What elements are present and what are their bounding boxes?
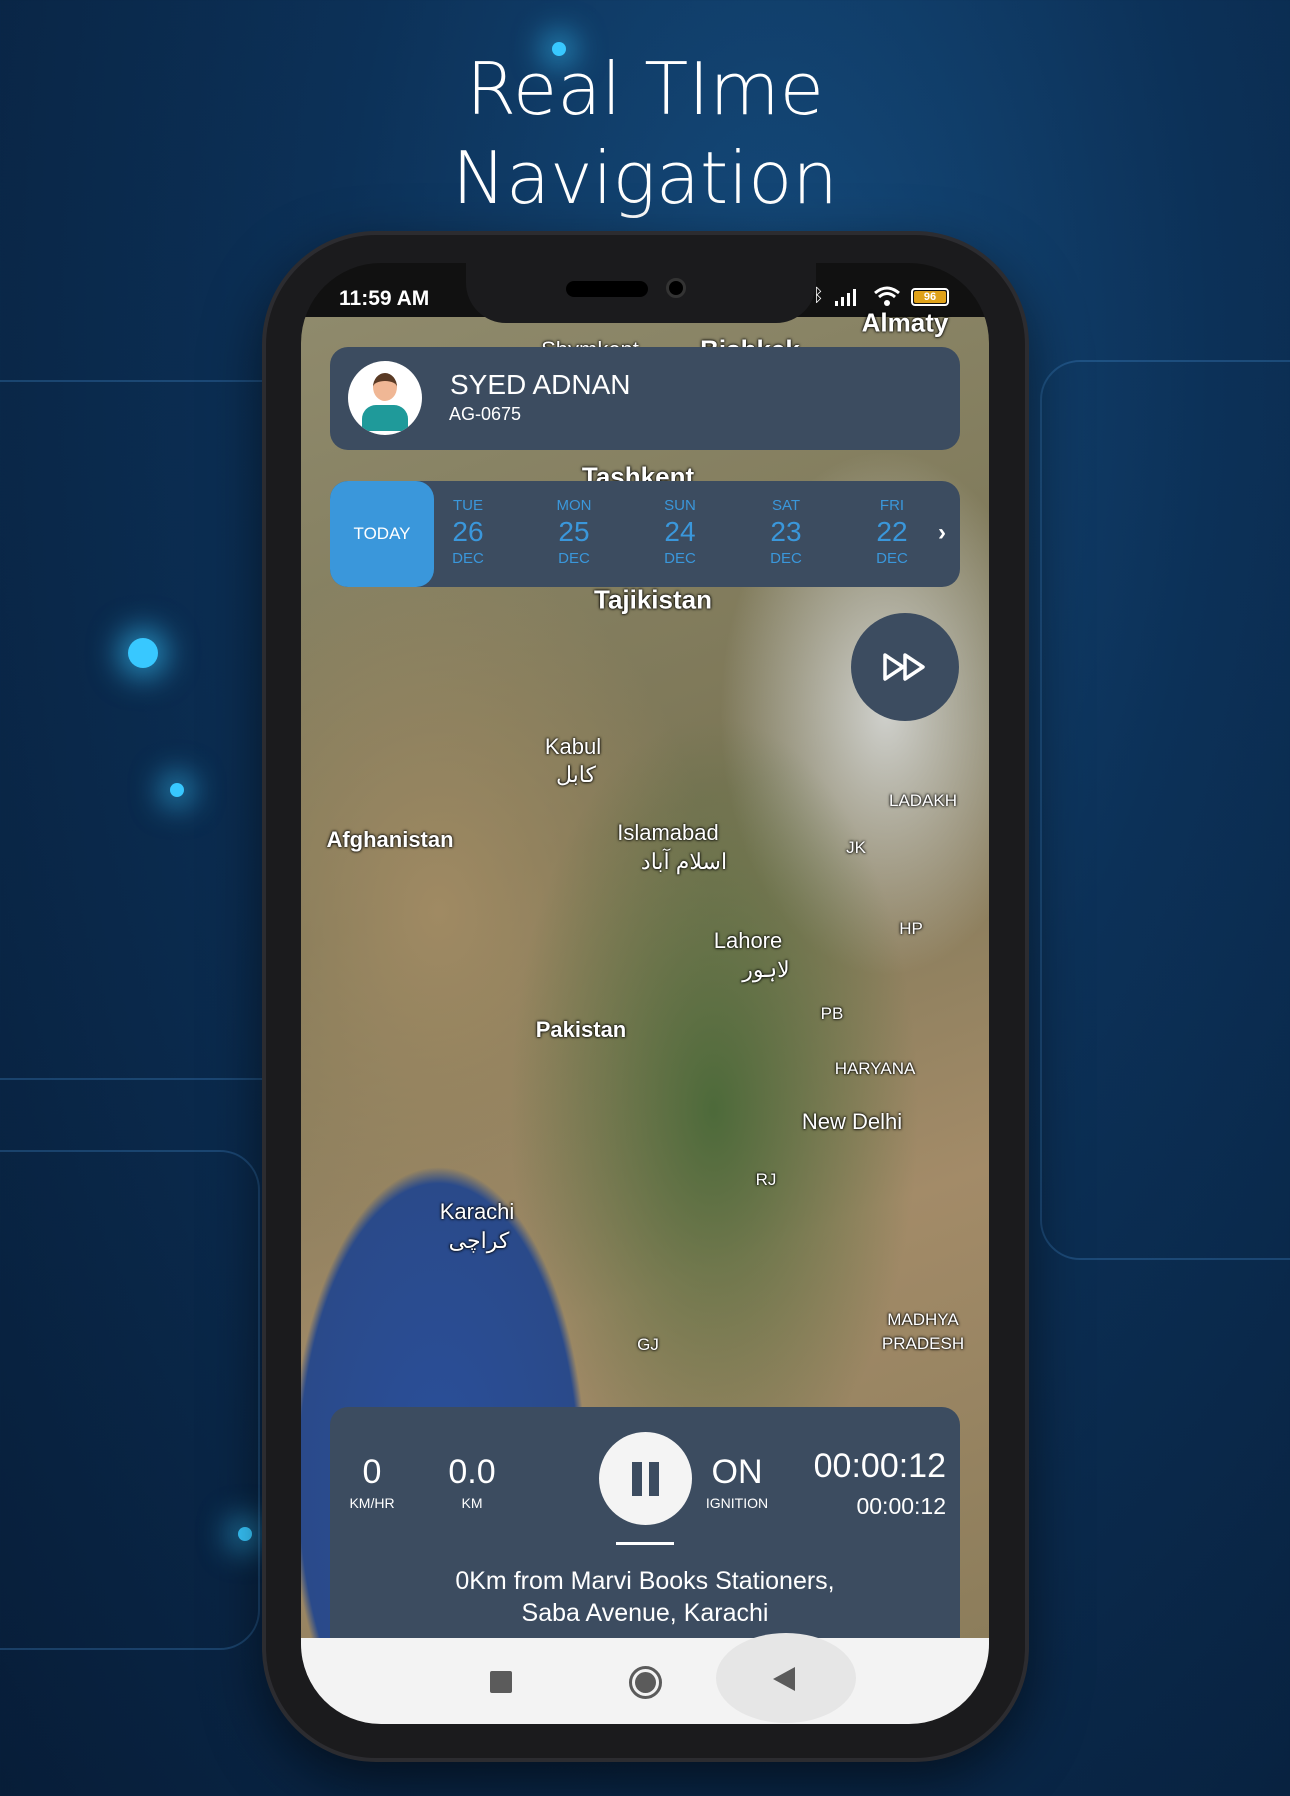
date-day: MON — [556, 497, 592, 514]
driver-name: SYED ADNAN — [450, 369, 631, 400]
decor-glow — [170, 783, 184, 797]
signal-icon — [835, 289, 856, 306]
address-line2: Saba Avenue, Karachi — [521, 1599, 769, 1627]
recents-button[interactable] — [490, 1671, 512, 1693]
map-label: لاہور — [742, 957, 790, 982]
map-label: MADHYA — [887, 1310, 959, 1329]
date-month: DEC — [558, 550, 590, 567]
date-selector: TODAY TUE 26 DEC MON 25 DEC SUN 24 DEC SAT … — [330, 481, 960, 587]
date-number: 24 — [664, 516, 696, 547]
battery-icon: 96 — [911, 288, 949, 306]
wifi-icon — [874, 286, 900, 306]
map-label: Karachi — [439, 1199, 515, 1224]
back-button[interactable] — [716, 1633, 856, 1723]
map-label: Pakistan — [535, 1017, 627, 1042]
date-item[interactable]: SUN 24 DEC — [648, 481, 712, 587]
pause-button[interactable] — [599, 1432, 692, 1525]
map-label: LADAKH — [888, 791, 958, 810]
fast-forward-icon — [883, 653, 925, 681]
address-line1: 0Km from Marvi Books Stationers, — [455, 1567, 835, 1595]
date-month: DEC — [876, 550, 908, 567]
decor-glow — [128, 638, 158, 668]
map-label: کراچی — [448, 1228, 510, 1253]
camera-notch — [466, 263, 816, 323]
date-item[interactable]: FRI 22 DEC — [860, 481, 924, 587]
today-button[interactable]: TODAY — [330, 481, 434, 587]
map-label: Kabul — [544, 734, 602, 759]
android-nav-bar — [301, 1633, 989, 1724]
map-label: Lahore — [713, 928, 783, 953]
decor-glow — [238, 1527, 252, 1541]
battery-level: 96 — [914, 291, 946, 303]
trip-duration-sub: 00:00:12 — [856, 1493, 946, 1519]
map-label: اسلام آباد — [640, 849, 728, 874]
date-day: SUN — [664, 497, 696, 514]
date-number: 26 — [452, 516, 484, 547]
date-item[interactable]: MON 25 DEC — [542, 481, 606, 587]
driver-avatar — [348, 361, 422, 435]
driver-profile-card[interactable]: SYED ADNAN AG-0675 — [330, 347, 960, 450]
home-button[interactable] — [629, 1666, 662, 1699]
date-month: DEC — [770, 550, 802, 567]
drag-handle[interactable] — [616, 1542, 674, 1545]
trip-info-panel: 0 KM/HR 0.0 KM ON IGNITION 00:00:12 00:0… — [330, 1407, 960, 1647]
date-number: 23 — [770, 516, 802, 547]
status-time: 11:59 AM — [339, 287, 430, 310]
ignition-status: ON — [711, 1453, 763, 1491]
promo-title-line1: Real TIme — [466, 47, 824, 131]
ignition-label: IGNITION — [705, 1495, 769, 1511]
decor-frame — [0, 1150, 260, 1650]
bluetooth-icon: ᛒ — [813, 285, 824, 305]
date-number: 25 — [558, 516, 590, 547]
map-label: New Delhi — [801, 1109, 903, 1134]
date-item[interactable]: TUE 26 DEC — [436, 481, 500, 587]
speed-unit: KM/HR — [349, 1495, 395, 1511]
date-day: SAT — [771, 497, 801, 514]
map-label: Tajikistan — [593, 584, 713, 615]
map-label: PB — [820, 1004, 844, 1023]
map-label: JK — [846, 838, 866, 857]
map-label: GJ — [637, 1335, 659, 1354]
speed-value: 0 — [362, 1453, 382, 1491]
date-day: TUE — [453, 497, 483, 514]
map-label: RJ — [755, 1170, 777, 1189]
distance-unit: KM — [461, 1495, 483, 1511]
date-number: 22 — [876, 516, 908, 547]
map-label: PRADESH — [881, 1334, 965, 1353]
back-icon — [773, 1667, 795, 1691]
date-month: DEC — [452, 550, 484, 567]
map-label: کابل — [556, 762, 596, 787]
date-month: DEC — [664, 550, 696, 567]
map-label: HP — [899, 919, 923, 938]
chevron-right-icon[interactable]: › — [938, 519, 946, 547]
promo-title-line2: Navigation — [452, 136, 838, 220]
map-label: Afghanistan — [326, 827, 454, 852]
phone-screen: Shymkent Bishkek Almaty Tashkent Tajikis… — [301, 263, 989, 1724]
distance-value: 0.0 — [448, 1453, 496, 1491]
date-day: FRI — [879, 497, 905, 514]
map-label: HARYANA — [834, 1059, 916, 1078]
fast-forward-button[interactable] — [851, 613, 959, 721]
vehicle-id: AG-0675 — [449, 404, 522, 424]
trip-duration: 00:00:12 — [813, 1447, 946, 1485]
date-item[interactable]: SAT 23 DEC — [754, 481, 818, 587]
pause-icon — [632, 1462, 659, 1496]
decor-frame — [1040, 360, 1290, 1260]
status-bar: 11:59 AM ᛒ 96 — [301, 263, 989, 323]
map-label: Islamabad — [617, 820, 719, 845]
